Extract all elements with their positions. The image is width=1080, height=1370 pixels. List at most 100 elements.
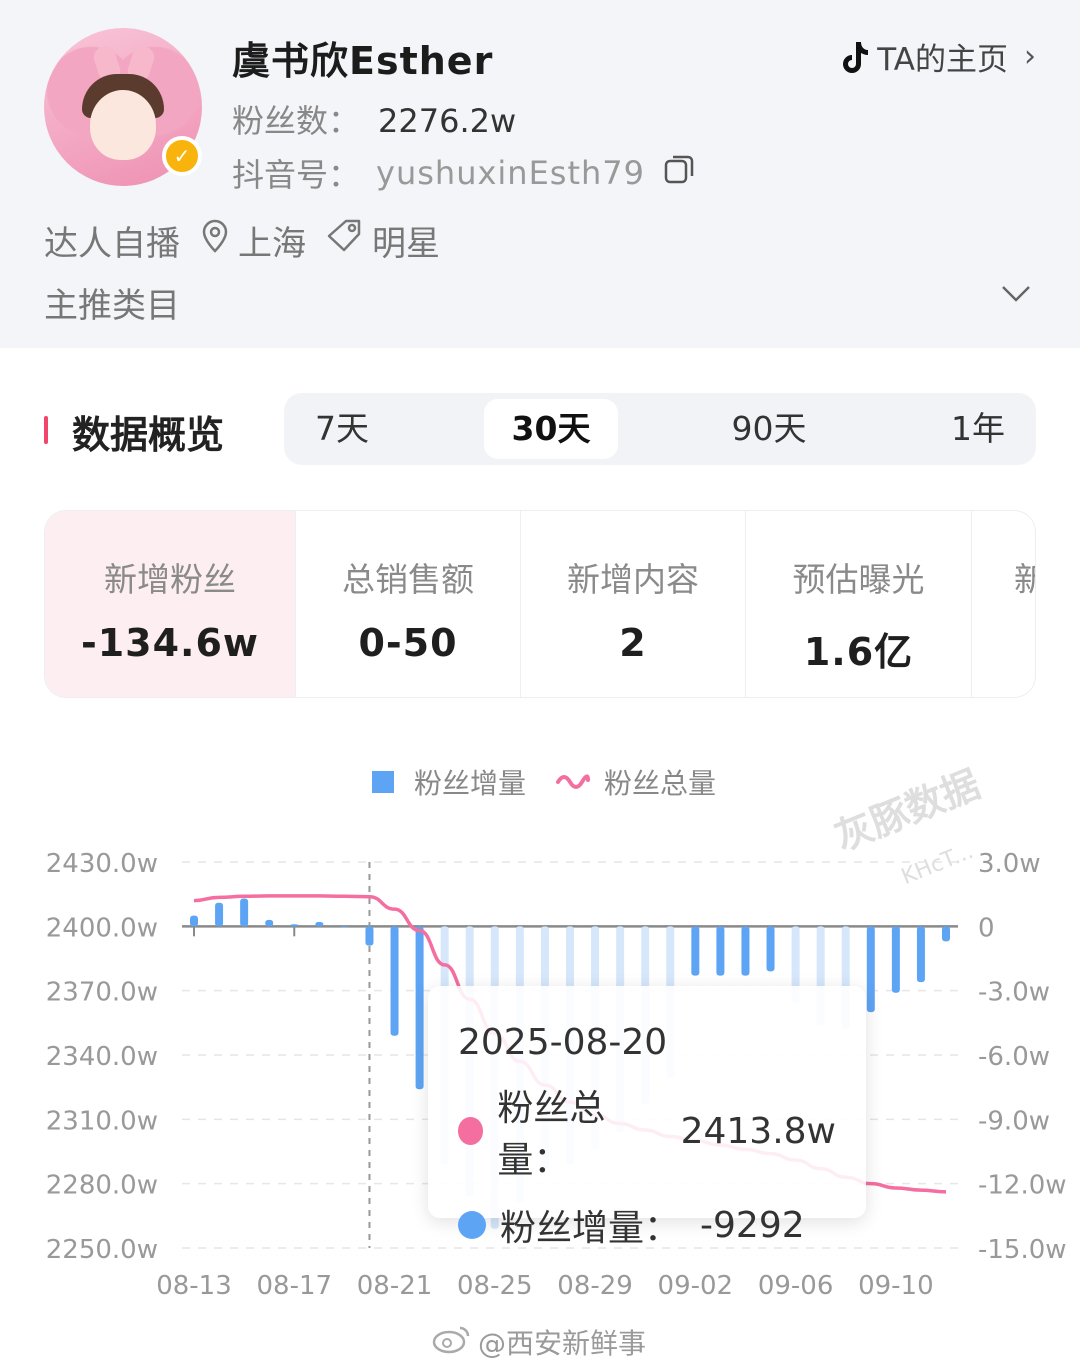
tab-1y[interactable]: 1年 <box>938 399 1018 459</box>
tooltip-date: 2025-08-20 <box>458 1022 668 1063</box>
x-tick-label: 09-10 <box>858 1271 934 1301</box>
metric-value: 2 <box>619 621 647 665</box>
y-left-tick-label: 2250.0w <box>46 1235 158 1265</box>
bar <box>942 926 950 942</box>
bar <box>691 926 700 976</box>
y-left-tick-label: 2400.0w <box>46 913 158 943</box>
metric-label: 新增内容 <box>567 560 699 599</box>
bar <box>215 902 224 927</box>
tag-location: 上海 <box>238 224 306 264</box>
x-tick-label: 08-29 <box>557 1271 633 1301</box>
metric-value: -134.6w <box>80 621 260 665</box>
profile-name: 虞书欣Esther <box>232 39 494 83</box>
metric-value: 0-50 <box>358 621 458 665</box>
chart-tooltip: 2025-08-20 粉丝总量： 2413.8w 粉丝增量： -9292 <box>428 986 866 1249</box>
tooltip-increment-label: 粉丝增量： <box>500 1208 681 1249</box>
x-tick-label: 09-02 <box>658 1271 734 1301</box>
metric-new-fans[interactable]: 新增粉丝 -134.6w <box>45 511 296 697</box>
avatar-face <box>90 90 156 160</box>
x-tick-label: 08-13 <box>156 1271 232 1301</box>
home-link[interactable]: TA的主页 › <box>839 34 1036 79</box>
bar <box>240 898 249 927</box>
metric-label: 预估曝光 <box>792 560 925 599</box>
bar <box>716 926 725 976</box>
metric-partial[interactable]: 新 <box>972 511 1035 697</box>
bar <box>265 919 274 927</box>
bar <box>340 926 349 928</box>
id-label: 抖音号： <box>232 156 361 194</box>
y-right-tick-label: 3.0w <box>978 849 1041 879</box>
tooltip-total-row: 粉丝总量： 2413.8w <box>458 1079 836 1183</box>
metric-total-sales[interactable]: 总销售额 0-50 <box>296 511 521 697</box>
tab-30d[interactable]: 30天 <box>484 399 618 459</box>
bar <box>390 926 399 1036</box>
credit: @西安新鲜事 <box>432 1322 646 1362</box>
douyin-id-row: 抖音号： yushuxinEsth79 <box>232 150 695 196</box>
y-left-tick-label: 2310.0w <box>46 1106 158 1136</box>
chevron-right-icon: › <box>1024 39 1036 74</box>
tag-celebrity: 明星 <box>372 224 440 264</box>
bar <box>891 926 900 993</box>
legend-bar-swatch[interactable] <box>372 771 394 793</box>
tag-icon <box>326 218 364 263</box>
tiktok-icon <box>839 40 869 74</box>
home-link-label: TA的主页 <box>877 42 1008 78</box>
chart-legend: 粉丝增量 粉丝总量 <box>372 762 716 802</box>
bar <box>741 926 750 976</box>
id-value: yushuxinEsth79 <box>376 154 646 192</box>
y-right-tick-label: -15.0w <box>978 1235 1067 1265</box>
x-tick-label: 08-21 <box>357 1271 433 1301</box>
bar <box>315 922 324 927</box>
tooltip-increment-dot <box>458 1211 486 1239</box>
y-right-tick-label: -6.0w <box>978 1042 1050 1072</box>
overview-title: 数据概览 <box>44 404 224 459</box>
bar <box>766 926 775 972</box>
tooltip-increment-value: -9292 <box>700 1204 805 1246</box>
y-left-tick-label: 2430.0w <box>46 849 158 879</box>
bar <box>866 926 875 1013</box>
bar <box>415 926 424 1090</box>
x-tick-label: 09-06 <box>758 1271 834 1301</box>
y-right-tick-label: -9.0w <box>978 1106 1050 1136</box>
y-right-tick-label: 0 <box>978 913 995 943</box>
tags-row: 达人自播 上海 明星 <box>44 216 440 265</box>
tooltip-total-label: 粉丝总量： <box>497 1088 606 1181</box>
x-tick-label: 08-17 <box>256 1271 332 1301</box>
y-left-tick-label: 2280.0w <box>46 1171 158 1201</box>
legend-bar-label: 粉丝增量 <box>414 767 527 800</box>
bar <box>290 924 299 927</box>
x-tick-label: 08-25 <box>457 1271 533 1301</box>
bar <box>365 926 374 946</box>
metric-label: 新增粉丝 <box>104 560 236 599</box>
bar <box>190 915 198 927</box>
tooltip-total-dot <box>458 1117 484 1145</box>
copy-icon[interactable] <box>663 153 695 193</box>
y-right-tick-label: -12.0w <box>978 1171 1067 1201</box>
y-left-tick-label: 2340.0w <box>46 1042 158 1072</box>
main-category[interactable]: 主推类目 <box>44 278 180 327</box>
tooltip-increment-row: 粉丝增量： -9292 <box>458 1199 836 1251</box>
fans-label: 粉丝数： <box>232 102 361 140</box>
tooltip-total-value: 2413.8w <box>680 1110 836 1152</box>
fans-count-row: 粉丝数： 2276.2w <box>232 96 516 142</box>
legend-line-label: 粉丝总量 <box>604 767 717 800</box>
metric-exposure[interactable]: 预估曝光 1.6亿 <box>746 511 972 697</box>
verified-check-icon: ✓ <box>162 136 202 176</box>
bar <box>916 926 925 983</box>
metric-value: 1.6亿 <box>803 630 914 674</box>
metric-new-content[interactable]: 新增内容 2 <box>521 511 746 697</box>
y-left-tick-label: 2370.0w <box>46 978 158 1008</box>
credit-text: @西安新鲜事 <box>478 1327 647 1360</box>
y-right-tick-label: -3.0w <box>978 978 1050 1008</box>
metric-label: 新 <box>1014 553 1035 601</box>
chevron-down-icon[interactable] <box>1000 284 1032 308</box>
tab-7d[interactable]: 7天 <box>284 399 400 459</box>
weibo-icon <box>432 1324 472 1361</box>
metrics-strip: 新增粉丝 -134.6w 总销售额 0-50 新增内容 2 预估曝光 1.6亿 … <box>44 510 1036 698</box>
range-tabs: 7天 30天 90天 1年 <box>284 393 1036 465</box>
tag-live: 达人自播 <box>44 224 180 264</box>
tab-90d[interactable]: 90天 <box>714 399 824 459</box>
wave-legend-icon[interactable] <box>556 766 591 799</box>
fans-value: 2276.2w <box>378 102 517 140</box>
metric-label: 总销售额 <box>342 560 474 599</box>
